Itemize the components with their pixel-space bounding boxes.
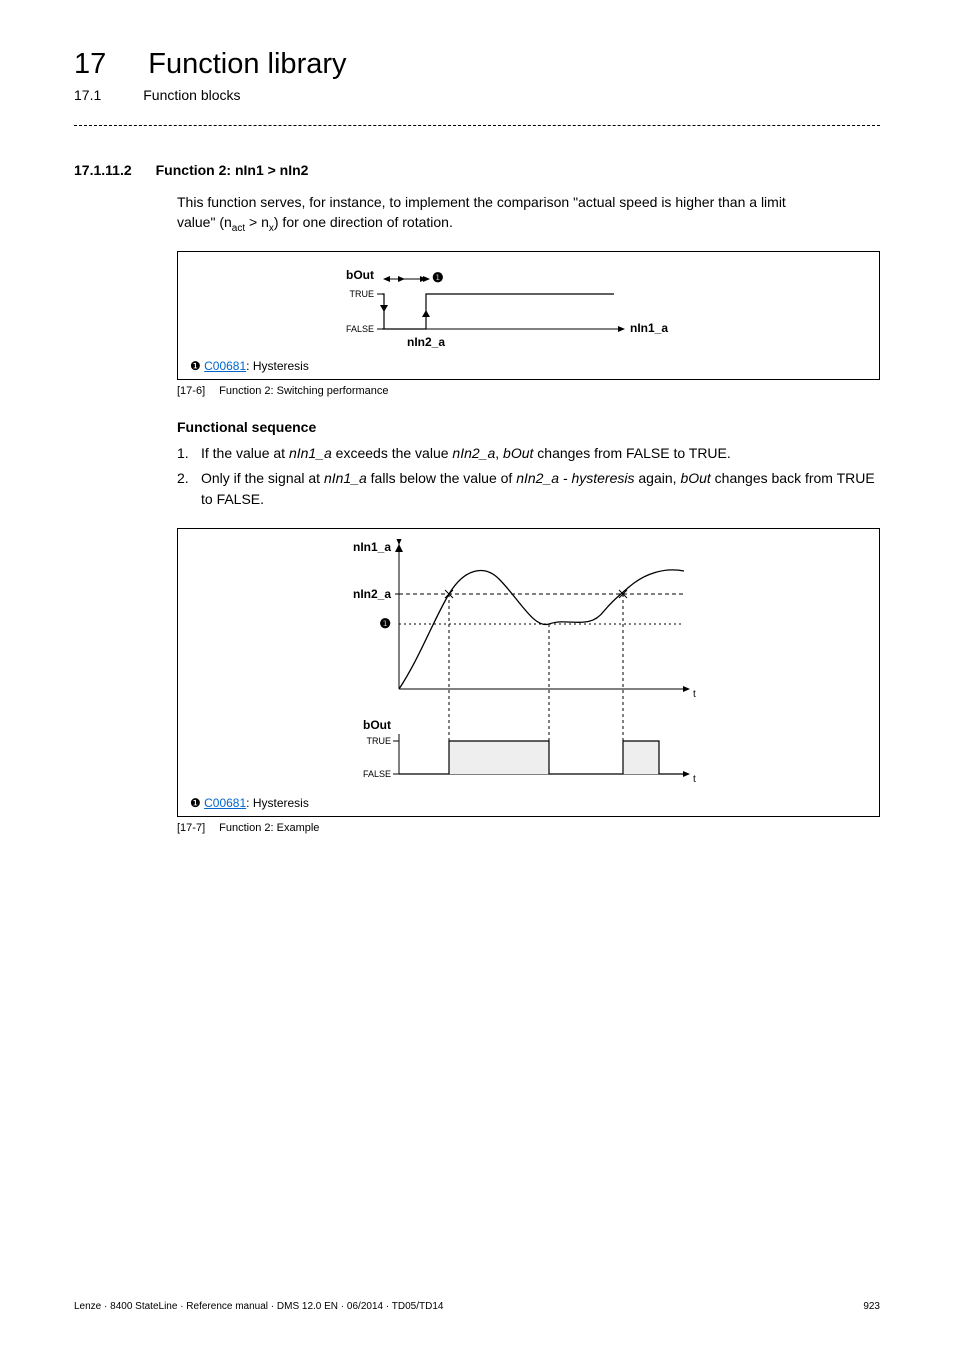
item1-num: 1.	[177, 443, 193, 464]
intro-line2-pre: value" (n	[177, 214, 232, 230]
figure-1-legend: ❶ C00681: Hysteresis	[190, 359, 867, 373]
intro-line2-mid: > n	[245, 214, 269, 230]
fig1-legend-text: : Hysteresis	[246, 359, 309, 373]
figure-2-caption-text: Function 2: Example	[219, 822, 319, 834]
item2-b: nIn1_a	[324, 470, 367, 486]
functional-sequence-heading: Functional sequence	[177, 419, 880, 435]
figure-1-caption-num: [17-6]	[177, 385, 205, 397]
fig2-t2: t	[693, 774, 696, 785]
chapter-title: Function library	[148, 48, 346, 81]
intro-line1: This function serves, for instance, to i…	[177, 194, 786, 210]
subsection-title: Function 2: nIn1 > nIn2	[156, 162, 309, 178]
figure-1-frame: ❶ bOut TRUE FALSE	[177, 251, 880, 380]
footer-left: Lenze · 8400 StateLine · Reference manua…	[74, 1301, 443, 1312]
fig1-false-label: FALSE	[345, 324, 373, 334]
intro-sub1: act	[232, 223, 245, 234]
list-item: 2. Only if the signal at nIn1_a falls be…	[177, 468, 880, 510]
fig2-legend-text: : Hysteresis	[246, 796, 309, 810]
chapter-number: 17	[74, 48, 106, 81]
item2-d: nIn2_a - hysteresis	[516, 470, 634, 486]
figure-2-caption-num: [17-7]	[177, 822, 205, 834]
figure-2-legend: ❶ C00681: Hysteresis	[190, 796, 867, 810]
fig1-nin2a-label: nIn2_a	[406, 335, 444, 349]
item1-g: changes from FALSE to TRUE.	[533, 445, 730, 461]
item1-f: bOut	[503, 445, 533, 461]
item1-d: nIn2_a	[452, 445, 495, 461]
fig2-legend-link[interactable]: C00681	[204, 796, 246, 810]
item2-e: again,	[635, 470, 681, 486]
fig2-false-label: FALSE	[362, 769, 390, 779]
item2-f: bOut	[680, 470, 710, 486]
fig2-t1: t	[693, 689, 696, 700]
figure-2-svg: t nIn1_a nIn2_a ❶	[289, 539, 769, 794]
item1-e: ,	[495, 445, 503, 461]
fig1-legend-link[interactable]: C00681	[204, 359, 246, 373]
footer-page-number: 923	[863, 1301, 880, 1312]
fig2-nin1a-label: nIn1_a	[352, 540, 390, 554]
fig2-true-label: TRUE	[366, 736, 391, 746]
section-number: 17.1	[74, 87, 101, 103]
item2-c: falls below the value of	[367, 470, 516, 486]
divider	[74, 125, 880, 126]
item1-b: nIn1_a	[289, 445, 332, 461]
fig2-legend-symbol: ❶	[190, 796, 201, 810]
list-item: 1. If the value at nIn1_a exceeds the va…	[177, 443, 880, 464]
fig1-bout-label: bOut	[346, 268, 374, 282]
figure-1-caption-text: Function 2: Switching performance	[219, 385, 388, 397]
intro-line2-post: ) for one direction of rotation.	[274, 214, 453, 230]
figure-2-frame: t nIn1_a nIn2_a ❶	[177, 528, 880, 817]
fig2-nin2a-label: nIn2_a	[352, 587, 390, 601]
fig1-true-label: TRUE	[349, 289, 374, 299]
item2-a: Only if the signal at	[201, 470, 324, 486]
item1-a: If the value at	[201, 445, 289, 461]
fig1-nin1a-label: nIn1_a	[630, 321, 668, 335]
fig1-legend-symbol: ❶	[190, 359, 201, 373]
functional-sequence-list: 1. If the value at nIn1_a exceeds the va…	[177, 443, 880, 510]
fig2-bout-label: bOut	[363, 718, 391, 732]
fig2-one-label: ❶	[379, 616, 391, 631]
section-title: Function blocks	[143, 87, 240, 103]
subsection-number: 17.1.11.2	[74, 162, 132, 178]
fig1-circ-icon: ❶	[432, 270, 444, 285]
item1-c: exceeds the value	[332, 445, 453, 461]
figure-1-svg: ❶ bOut TRUE FALSE	[314, 262, 744, 357]
item2-num: 2.	[177, 468, 193, 510]
intro-paragraph: This function serves, for instance, to i…	[177, 192, 880, 237]
